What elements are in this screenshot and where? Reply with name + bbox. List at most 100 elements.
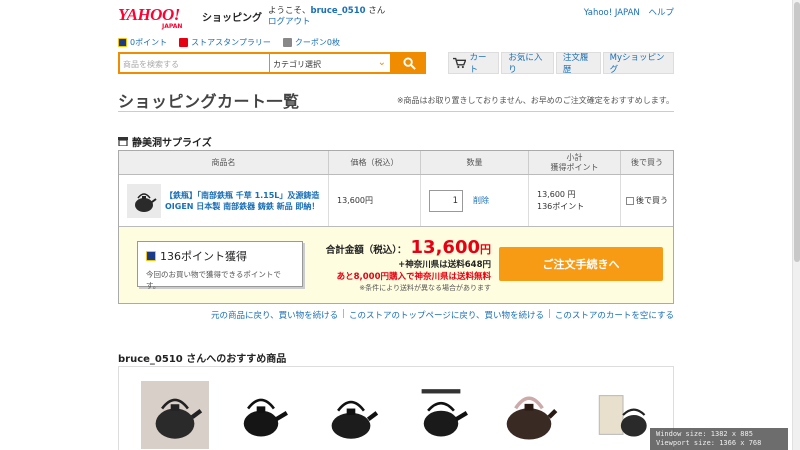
- help-link[interactable]: ヘルプ: [648, 8, 674, 18]
- welcome-message: ようこそ、bruce_0510 さん ログアウト: [268, 6, 385, 28]
- header-qty: 数量: [421, 151, 529, 174]
- nav-buttons: カート お気に入り 注文履歴 Myショッピング: [446, 52, 674, 75]
- empty-cart-link[interactable]: このストアのカートを空にする: [555, 309, 674, 321]
- cart-label: カート: [469, 53, 487, 75]
- header-subtotal: 小計 獲得ポイント: [529, 151, 621, 174]
- total-line: 合計金額（税込）： 13,600円: [319, 237, 491, 258]
- recommend-item[interactable]: [141, 381, 209, 449]
- product-cell: 【鉄瓶】「南部鉄瓶 千草 1.15L」及源鋳造 OIGEN 日本製 南部鉄器 鋳…: [119, 175, 329, 226]
- total-unit: 円: [480, 243, 491, 256]
- recommend-item[interactable]: [227, 381, 295, 449]
- window-size-overlay: Window size: 1382 x 885 Viewport size: 1…: [650, 428, 788, 450]
- qty-cell: 1 削除: [421, 175, 529, 226]
- store-name[interactable]: 静美洞サプライズ: [132, 134, 212, 149]
- iron-kettle-box-icon: [598, 395, 647, 437]
- user-subbar: 0ポイント ストアスタンプラリー クーポン0枚: [118, 36, 340, 48]
- site-header: YAHOO! JAPAN ショッピング ようこそ、bruce_0510 さん ロ…: [118, 6, 674, 34]
- search-button[interactable]: [392, 52, 426, 74]
- coupon-link[interactable]: クーポン0枚: [295, 37, 340, 48]
- back-to-product-link[interactable]: 元の商品に戻り、買い物を続ける: [211, 309, 338, 321]
- stamp-icon: [179, 37, 189, 47]
- checkout-button[interactable]: ご注文手続きへ: [499, 247, 663, 281]
- page-notice: ※商品はお取り置きしておりません、お早めのご注文確定をおすすめします。: [396, 96, 674, 105]
- favorites-button[interactable]: お気に入り: [501, 52, 554, 75]
- item-price: 13,600円: [337, 196, 373, 205]
- page-header: ショッピングカート一覧 ※商品はお取り置きしておりません、お早めのご注文確定をお…: [118, 88, 674, 112]
- scrollbar-thumb[interactable]: [794, 2, 800, 262]
- header-later: 後で買う: [631, 157, 663, 167]
- recommend-title: bruce_0510 さんへのおすすめ商品: [118, 354, 287, 365]
- order-history-button[interactable]: 注文履歴: [555, 52, 601, 75]
- order-summary: 136ポイント獲得 今回のお買い物で獲得できるポイントです。 合計金額（税込）：…: [119, 227, 673, 303]
- welcome-prefix: ようこそ、: [268, 6, 311, 16]
- t-point-icon: [146, 251, 156, 261]
- yahoo-logo[interactable]: YAHOO! JAPAN: [118, 6, 200, 32]
- page-scrollbar[interactable]: [792, 0, 800, 450]
- chevron-down-icon: ⌄: [377, 57, 386, 68]
- recommend-list: [118, 366, 674, 450]
- item-points: 136ポイント: [537, 201, 585, 211]
- points-link[interactable]: 0ポイント: [130, 37, 167, 48]
- header-subtotal-line1: 小計: [566, 152, 583, 162]
- free-shipping-note: あと8,000円購入で神奈川県は送料無料: [336, 272, 491, 282]
- myshopping-button[interactable]: Myショッピング: [602, 52, 674, 75]
- coupon-icon: [282, 37, 292, 47]
- delete-link[interactable]: 削除: [473, 195, 489, 206]
- stamp-rally-link[interactable]: ストアスタンプラリー: [191, 37, 271, 48]
- product-name-link[interactable]: 【鉄瓶】「南部鉄瓶 千草 1.15L」及源鋳造 OIGEN 日本製 南部鉄器 鋳…: [165, 190, 328, 212]
- iron-kettle-icon: [421, 389, 468, 437]
- price-cell: 13,600円: [329, 175, 421, 226]
- iron-kettle-icon: [135, 192, 157, 212]
- shopping-title[interactable]: ショッピング: [202, 9, 262, 24]
- buy-later-checkbox[interactable]: [626, 196, 634, 205]
- total-area: 合計金額（税込）： 13,600円 +神奈川県は送料648円 あと8,000円購…: [319, 237, 491, 293]
- cart-table: 商品名 価格（税込） 数量 小計 獲得ポイント 後で買う 【鉄瓶】「南部鉄瓶 千草…: [118, 150, 674, 304]
- viewport-size-text: Viewport size: 1366 x 768: [656, 439, 762, 447]
- window-size-text: Window size: 1382 x 885: [656, 430, 753, 438]
- total-amount: 13,600円: [411, 237, 491, 258]
- category-select-value: カテゴリ選択: [273, 60, 321, 69]
- header-price: 価格（税込）: [329, 151, 421, 174]
- yahoo-japan-link[interactable]: Yahoo! JAPAN: [584, 8, 640, 18]
- logo-subtext: JAPAN: [162, 23, 183, 30]
- continue-links: 元の商品に戻り、買い物を続ける | このストアのトップページに戻り、買い物を続け…: [211, 309, 674, 321]
- store-top-link[interactable]: このストアのトップページに戻り、買い物を続ける: [349, 309, 544, 321]
- item-subtotal: 13,600 円: [537, 189, 576, 199]
- total-label: 合計金額（税込）：: [325, 245, 407, 256]
- logout-link[interactable]: ログアウト: [268, 17, 311, 27]
- recommend-item[interactable]: [589, 381, 657, 449]
- table-header: 商品名 価格（税込） 数量 小計 獲得ポイント 後で買う: [119, 151, 673, 175]
- points-earned-text: 136ポイント獲得: [160, 250, 247, 263]
- recommend-item[interactable]: [317, 381, 385, 449]
- coupon-item[interactable]: クーポン0枚: [282, 36, 340, 48]
- cart-icon: [453, 57, 466, 69]
- search-bar: 商品を検索する カテゴリ選択 ⌄ カート お気に入り 注文履歴 Myショッピング: [118, 52, 674, 75]
- subtotal-cell: 13,600 円 136ポイント: [529, 175, 621, 226]
- store-icon: [118, 137, 128, 146]
- header-subtotal-line2: 獲得ポイント: [550, 162, 599, 172]
- iron-kettle-icon: [506, 396, 558, 440]
- recommend-item[interactable]: [495, 381, 563, 449]
- welcome-suffix: さん: [365, 6, 386, 16]
- search-icon: [402, 56, 416, 70]
- cart-button[interactable]: カート: [448, 52, 500, 75]
- link-separator: |: [548, 309, 551, 319]
- username-link[interactable]: bruce_0510: [311, 6, 366, 16]
- shipping-condition: ※条件により送料が異なる場合があります: [359, 284, 491, 292]
- table-row: 【鉄瓶】「南部鉄瓶 千草 1.15L」及源鋳造 OIGEN 日本製 南部鉄器 鋳…: [119, 175, 673, 227]
- iron-kettle-icon: [243, 398, 288, 437]
- category-select[interactable]: カテゴリ選択 ⌄: [270, 52, 392, 74]
- quantity-input[interactable]: 1: [429, 189, 463, 212]
- t-point-icon: [118, 37, 127, 47]
- shipping-fee: +神奈川県は送料648円: [398, 260, 491, 270]
- search-input[interactable]: 商品を検索する: [118, 52, 270, 74]
- later-cell: 後で買う: [621, 175, 673, 226]
- store-heading: 静美洞サプライズ: [118, 134, 212, 149]
- top-right-links: Yahoo! JAPAN ヘルプ: [578, 6, 674, 18]
- link-separator: |: [342, 309, 346, 319]
- recommend-item[interactable]: [407, 381, 475, 449]
- points-item[interactable]: 0ポイント: [118, 36, 167, 48]
- points-note: 今回のお買い物で獲得できるポイントです。: [146, 270, 281, 290]
- product-image[interactable]: [127, 183, 161, 218]
- stamp-rally-item[interactable]: ストアスタンプラリー: [179, 36, 271, 48]
